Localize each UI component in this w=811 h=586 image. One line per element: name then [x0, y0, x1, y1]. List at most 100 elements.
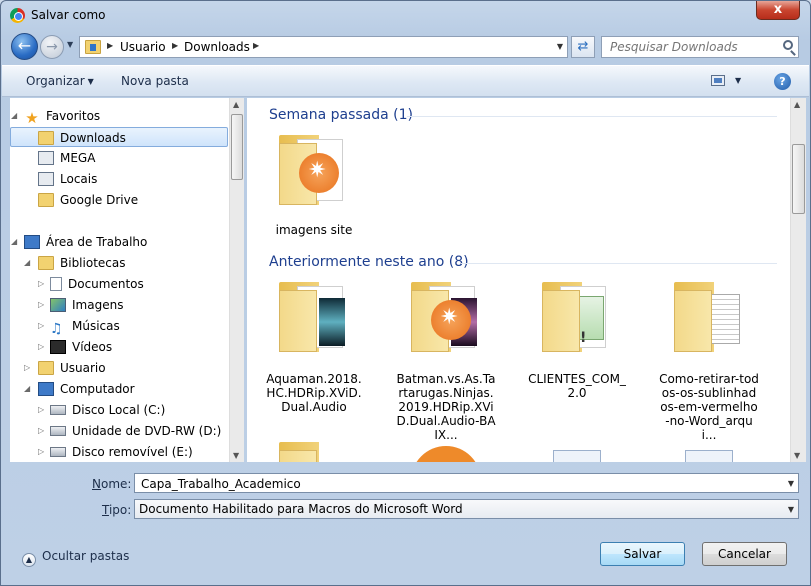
sidebar-item-label: Bibliotecas: [60, 256, 126, 270]
expand-icon[interactable]: ▷: [38, 274, 44, 294]
hard-drive-icon: [50, 405, 66, 415]
file-type-label: Tipo:: [102, 503, 132, 517]
view-dropdown[interactable]: ▼: [735, 76, 741, 85]
chevron-right-icon[interactable]: ▶: [253, 41, 259, 50]
scroll-up-icon[interactable]: ▲: [794, 100, 800, 109]
sidebar-item-label: Disco Local (C:): [72, 403, 166, 417]
file-item[interactable]: imagens site: [264, 133, 364, 237]
back-button[interactable]: ←: [11, 33, 38, 60]
file-name-input[interactable]: [139, 475, 769, 492]
sidebar-item-favoritos[interactable]: ◢ ★ Favoritos: [11, 106, 100, 127]
scroll-up-icon[interactable]: ▲: [233, 100, 239, 109]
search-icon[interactable]: [783, 40, 793, 50]
hide-folders-label: Ocultar pastas: [42, 549, 130, 563]
sidebar-item-label: Locais: [60, 172, 98, 186]
folder-icon: [264, 133, 364, 223]
sidebar-item-dvd-drive[interactable]: ▷ Unidade de DVD-RW (D:): [38, 421, 221, 441]
folder-icon: [396, 280, 496, 372]
sidebar-item-label: MEGA: [60, 151, 96, 165]
file-name: Como-retirar-todos-os-sublinhados-em-ver…: [659, 372, 759, 442]
view-options-icon[interactable]: [711, 75, 725, 86]
sidebar-item-usuario[interactable]: ▷ Usuario: [24, 358, 106, 378]
group-header-last-week[interactable]: Semana passada (1): [269, 107, 413, 123]
search-input[interactable]: [608, 38, 778, 56]
chevron-down-icon[interactable]: ▼: [788, 479, 794, 488]
user-folder-icon: [38, 361, 54, 375]
expand-icon[interactable]: ▷: [38, 400, 44, 420]
chevron-down-icon[interactable]: ▼: [788, 505, 794, 514]
breadcrumb-usuario[interactable]: Usuario: [120, 40, 166, 54]
collapse-icon[interactable]: ◢: [11, 106, 17, 126]
forward-button[interactable]: →: [40, 35, 64, 59]
refresh-button[interactable]: ⇄: [571, 36, 595, 58]
forward-arrow-icon: →: [46, 39, 58, 55]
sidebar-item-mega[interactable]: MEGA: [38, 148, 95, 168]
file-name-label: Nome:: [92, 477, 132, 491]
breadcrumb-downloads[interactable]: Downloads: [184, 40, 250, 54]
expand-icon[interactable]: ▷: [38, 442, 44, 462]
collapse-icon[interactable]: ◢: [24, 253, 30, 273]
cancel-button[interactable]: Cancelar: [702, 542, 787, 566]
organize-button[interactable]: Organizar ▼: [26, 74, 94, 88]
sidebar-item-musicas[interactable]: ▷ ♫ Músicas: [38, 316, 120, 336]
download-folder-icon: [85, 40, 101, 54]
group-divider: [461, 263, 777, 264]
recent-locations-dropdown[interactable]: ▼: [67, 40, 77, 52]
address-dropdown[interactable]: ▼: [557, 42, 563, 51]
sidebar-item-videos[interactable]: ▷ Vídeos: [38, 337, 112, 357]
file-name-field[interactable]: ▼: [134, 473, 799, 493]
sidebar-item-imagens[interactable]: ▷ Imagens: [38, 295, 123, 315]
new-folder-button[interactable]: Nova pasta: [121, 74, 189, 88]
file-item[interactable]: Batman.vs.As.Tartarugas.Ninjas.2019.HDRi…: [396, 280, 496, 442]
sidebar-item-removable-drive[interactable]: ▷ Disco removível (E:): [38, 442, 193, 462]
download-folder-icon: [38, 131, 54, 145]
scroll-down-icon[interactable]: ▼: [794, 451, 800, 460]
expand-icon[interactable]: ▷: [24, 358, 30, 378]
navigation-scrollbar[interactable]: ▲ ▼: [229, 98, 244, 462]
sidebar-item-google-drive[interactable]: Google Drive: [38, 190, 138, 210]
scrollbar-thumb[interactable]: [792, 144, 805, 214]
refresh-icon: ⇄: [577, 39, 589, 54]
sidebar-item-label: Usuario: [60, 361, 106, 375]
sidebar-item-disco-local[interactable]: ▷ Disco Local (C:): [38, 400, 165, 420]
file-item[interactable]: ! CLIENTES_COM_2.0: [527, 280, 627, 400]
sidebar-item-bibliotecas[interactable]: ◢ Bibliotecas: [24, 253, 125, 273]
save-button[interactable]: Salvar: [600, 542, 685, 566]
hide-folders-button[interactable]: ▲ Ocultar pastas: [22, 549, 129, 567]
file-item[interactable]: Aquaman.2018.HC.HDRip.XViD.Dual.Audio: [264, 280, 364, 414]
expand-icon[interactable]: ▷: [38, 337, 44, 357]
sidebar-item-area-de-trabalho[interactable]: ◢ Área de Trabalho: [11, 232, 147, 252]
chevron-right-icon[interactable]: ▶: [107, 41, 113, 50]
help-button[interactable]: ?: [774, 73, 791, 90]
star-icon: ★: [25, 109, 39, 127]
google-drive-icon: [38, 193, 54, 207]
collapse-icon[interactable]: ◢: [24, 379, 30, 399]
documents-icon: [50, 277, 62, 291]
scrollbar-thumb[interactable]: [231, 114, 243, 180]
sidebar-item-locais[interactable]: Locais: [38, 169, 97, 189]
sidebar-item-documentos[interactable]: ▷ Documentos: [38, 274, 144, 294]
file-name: Batman.vs.As.Tartarugas.Ninjas.2019.HDRi…: [396, 372, 496, 442]
expand-icon[interactable]: ▷: [38, 295, 44, 315]
group-header-earlier-this-year[interactable]: Anteriormente neste ano (8): [269, 254, 469, 270]
save-form: Nome: ▼ Tipo: Documento Habilitado para …: [2, 464, 809, 584]
file-item[interactable]: Como-retirar-todos-os-sublinhados-em-ver…: [659, 280, 759, 442]
file-type-select[interactable]: Documento Habilitado para Macros do Micr…: [134, 499, 799, 519]
file-list: Semana passada (1) imagens site Anterior…: [247, 98, 790, 462]
save-as-dialog: Salvar como x ← → ▼ ▶ Usuario ▶ Download…: [0, 0, 811, 586]
sidebar-item-downloads[interactable]: Downloads: [10, 127, 228, 147]
organize-label: Organizar: [26, 74, 85, 88]
file-list-scrollbar[interactable]: ▲ ▼: [790, 98, 806, 462]
expand-icon[interactable]: ▷: [38, 316, 44, 336]
expand-icon[interactable]: ▷: [38, 421, 44, 441]
chevron-right-icon[interactable]: ▶: [172, 41, 178, 50]
sidebar-item-computador[interactable]: ◢ Computador: [24, 379, 135, 399]
collapse-icon[interactable]: ◢: [11, 232, 17, 252]
sidebar-item-label: Vídeos: [72, 340, 113, 354]
sidebar-item-label: Unidade de DVD-RW (D:): [72, 424, 222, 438]
close-button[interactable]: x: [756, 1, 800, 20]
address-bar[interactable]: ▶ Usuario ▶ Downloads ▶ ▼: [79, 36, 568, 58]
scroll-down-icon[interactable]: ▼: [233, 451, 239, 460]
computer-icon: [38, 382, 54, 396]
sidebar-item-label: Músicas: [72, 319, 120, 333]
